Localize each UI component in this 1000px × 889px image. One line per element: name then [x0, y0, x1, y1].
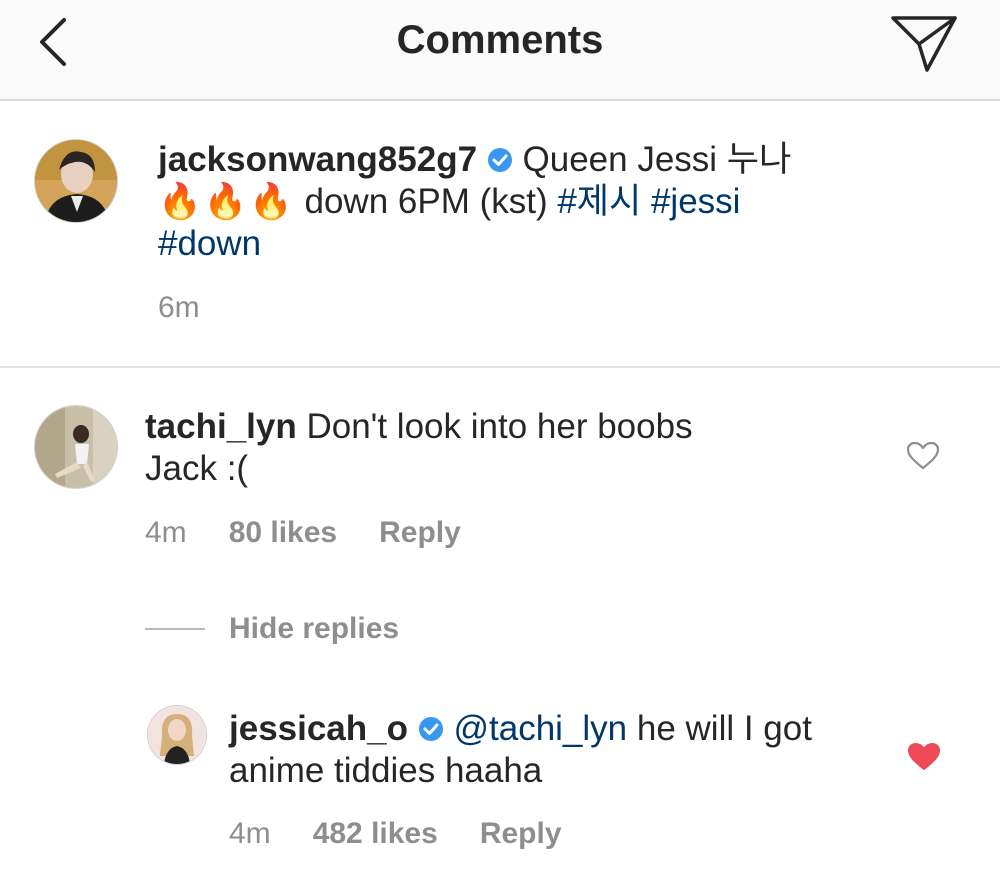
hide-replies-divider [145, 628, 205, 630]
reply-meta: 4m 482 likes Reply [229, 817, 604, 851]
caption-text-part1: Queen Jessi 누나 [522, 140, 792, 179]
share-button[interactable] [885, 12, 965, 76]
reply-text-line2: anime tiddies haaha [229, 751, 543, 790]
like-heart-icon[interactable] [906, 441, 940, 471]
comment-meta: 4m 80 likes Reply [145, 516, 503, 550]
comment-reply-button[interactable]: Reply [379, 516, 461, 549]
liked-heart-icon[interactable] [907, 742, 941, 772]
reply-username[interactable]: jessicah_o [229, 709, 408, 748]
hashtag-down[interactable]: #down [158, 224, 261, 263]
comment-avatar[interactable] [34, 405, 118, 489]
avatar-image [148, 706, 206, 764]
reply-avatar[interactable] [147, 705, 207, 765]
avatar[interactable] [34, 139, 118, 223]
direct-message-icon [891, 16, 957, 72]
hashtag-jessi[interactable]: #jessi [651, 182, 740, 221]
top-nav-bar: Comments [0, 0, 1000, 101]
reply-text-line1: he will I got [636, 709, 812, 748]
caption-username[interactable]: jacksonwang852g7 [158, 140, 477, 179]
reply-mention[interactable]: @tachi_lyn [453, 709, 627, 748]
caption-text-part2: down 6PM (kst) [304, 182, 548, 221]
comment-text-line2: Jack :( [145, 449, 249, 488]
avatar-image [35, 406, 117, 488]
reply-timestamp: 4m [229, 817, 271, 850]
caption-timestamp: 6m [158, 291, 200, 324]
reply-reply-button[interactable]: Reply [480, 817, 562, 850]
comment-likes[interactable]: 80 likes [229, 516, 337, 549]
avatar-image [35, 140, 117, 222]
comment-text-line1: Don't look into her boobs [306, 407, 693, 446]
hide-replies-label: Hide replies [229, 612, 400, 645]
reply-likes[interactable]: 482 likes [313, 817, 438, 850]
hashtag-jesi-kr[interactable]: #제시 [557, 182, 641, 221]
caption-meta: 6m [158, 291, 242, 325]
comment-text: tachi_lyn Don't look into her boobs Jack… [145, 406, 885, 490]
comment-timestamp: 4m [145, 516, 187, 549]
post-caption: jacksonwang852g7 Queen Jessi 누나 🔥🔥🔥 down… [0, 101, 1000, 368]
page-title: Comments [396, 18, 604, 62]
verified-badge-icon [418, 717, 443, 741]
reply-text: jessicah_o @tachi_lyn he will I got anim… [229, 708, 879, 792]
fire-emojis: 🔥🔥🔥 [158, 182, 295, 221]
verified-badge-icon [487, 148, 512, 172]
comment-username[interactable]: tachi_lyn [145, 407, 297, 446]
caption-text: jacksonwang852g7 Queen Jessi 누나 🔥🔥🔥 down… [158, 139, 958, 265]
